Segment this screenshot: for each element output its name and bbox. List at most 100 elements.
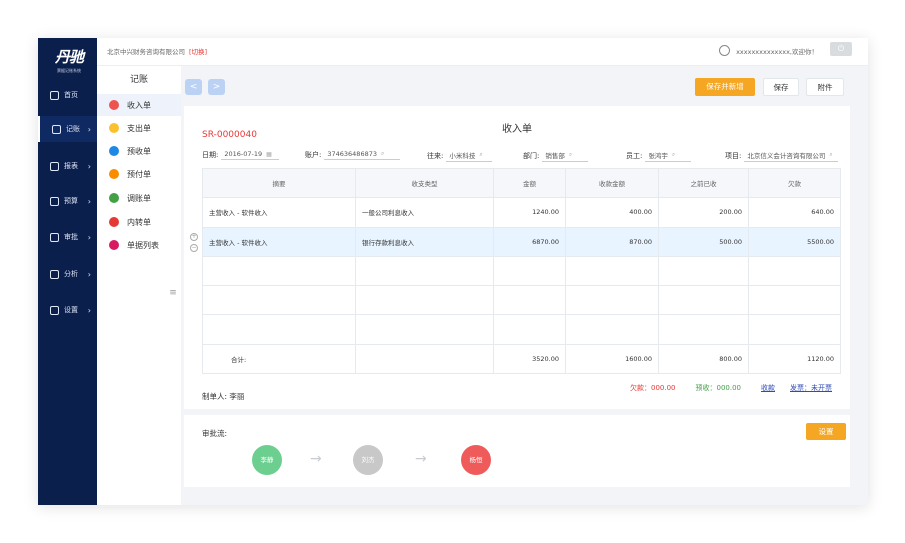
nav-analysis[interactable]: 分析 ›	[38, 261, 97, 287]
prepaid-summary: 预收：000.00	[695, 384, 742, 392]
nav-settings[interactable]: 设置 ›	[38, 297, 97, 323]
cell-type[interactable]	[355, 255, 494, 287]
search-icon[interactable]: ⌕	[829, 151, 832, 159]
income-icon	[109, 100, 119, 110]
invoice-link[interactable]: 发票：未开票	[790, 383, 832, 393]
nav-reports[interactable]: 报表 ›	[38, 153, 97, 179]
search-icon[interactable]: ⌕	[672, 151, 675, 159]
cell-before[interactable]	[658, 255, 749, 287]
income-document: 收入单 SR-0000040 日期: 2016-07-19 ▦ 账户: 3746364…	[184, 106, 850, 409]
account-field[interactable]: 账户: 374636486873 ⌕	[305, 150, 401, 160]
switch-company-link[interactable]: [切换]	[189, 48, 207, 56]
cell-owed[interactable]	[748, 314, 841, 345]
party-field[interactable]: 往来: 小米科技 ⌕	[427, 150, 493, 162]
next-button[interactable]: >	[208, 79, 225, 95]
submenu-label: 支出单	[127, 123, 151, 133]
submenu-item-prepayment[interactable]: 预付单	[97, 163, 181, 185]
cell-received[interactable]	[565, 285, 659, 316]
search-icon[interactable]: ⌕	[479, 151, 482, 159]
cell-amount[interactable]	[493, 314, 566, 345]
submenu-label: 收入单	[127, 100, 151, 110]
nav-home[interactable]: 首页	[38, 82, 97, 108]
party-label: 往来:	[427, 152, 444, 160]
table-row[interactable]: 主营收入 - 软件收入 银行存款利息收入 6870.00 870.00 500.…	[202, 226, 841, 257]
table-row[interactable]	[202, 255, 841, 287]
collapse-menu-icon[interactable]: ≡	[166, 286, 180, 300]
save-button[interactable]: 保存	[763, 78, 799, 96]
chevron-right-icon: ›	[87, 161, 91, 171]
cell-summary[interactable]: 主营收入 - 软件收入	[202, 226, 356, 257]
submenu-item-adjustment[interactable]: 调账单	[97, 187, 181, 209]
cell-received[interactable]: 400.00	[565, 197, 659, 228]
cell-amount[interactable]: 1240.00	[493, 197, 566, 228]
col-amount: 金额	[493, 167, 566, 199]
cell-summary[interactable]: 主营收入 - 软件收入	[202, 197, 356, 228]
adjustment-icon	[109, 193, 119, 203]
nav-label: 设置	[64, 306, 78, 314]
cell-summary[interactable]	[202, 314, 356, 345]
cell-before[interactable]	[658, 314, 749, 345]
cell-type[interactable]: 一般公司利息收入	[355, 197, 494, 228]
cell-received[interactable]	[565, 314, 659, 345]
attach-button[interactable]: 附件	[806, 78, 844, 96]
remove-row-icon[interactable]: −	[190, 244, 198, 252]
add-row-icon[interactable]: +	[190, 233, 198, 241]
nav-label: 预算	[64, 197, 78, 205]
nav-bookkeeping[interactable]: 记账 ›	[38, 116, 97, 142]
submenu-item-doc-list[interactable]: 单据列表	[97, 234, 181, 256]
cell-summary[interactable]	[202, 285, 356, 316]
cell-owed[interactable]	[748, 255, 841, 287]
nav-approval[interactable]: 审批 ›	[38, 224, 97, 250]
cell-received[interactable]: 870.00	[565, 226, 659, 257]
cell-owed[interactable]: 5500.00	[748, 226, 841, 257]
nav-label: 首页	[64, 91, 78, 99]
submenu-item-advance-receipt[interactable]: 预收单	[97, 140, 181, 162]
summary-line: 欠款：000.00 预收：000.00 收款	[630, 383, 775, 393]
project-value: 北京信义会计咨询有限公司	[747, 152, 826, 160]
budget-icon	[50, 196, 59, 206]
staff-field[interactable]: 员工: 张鸿宇 ⌕	[626, 150, 692, 162]
home-icon	[50, 90, 59, 100]
cell-owed[interactable]: 640.00	[748, 197, 841, 228]
approver-node[interactable]: 杨恒	[461, 445, 491, 475]
cell-amount[interactable]	[493, 255, 566, 287]
cell-before[interactable]: 500.00	[658, 226, 749, 257]
submenu-item-income[interactable]: 收入单	[97, 94, 181, 116]
doc-title: 收入单	[502, 124, 532, 135]
submenu-item-internal-transfer[interactable]: 内转单	[97, 211, 181, 233]
power-button[interactable]: ⏻	[830, 42, 852, 56]
save-and-new-button[interactable]: 保存并新增	[695, 78, 755, 96]
cell-type[interactable]: 银行存款利息收入	[355, 226, 494, 257]
prev-button[interactable]: <	[185, 79, 202, 95]
submenu-label: 单据列表	[127, 240, 159, 250]
ledger-icon	[52, 124, 61, 134]
approver-node[interactable]: 李静	[252, 445, 282, 475]
submenu-item-expense[interactable]: 支出单	[97, 117, 181, 139]
set-approval-button[interactable]: 设置	[806, 423, 846, 440]
cell-type[interactable]	[355, 314, 494, 345]
cell-before[interactable]: 200.00	[658, 197, 749, 228]
cell-summary[interactable]	[202, 255, 356, 287]
user-avatar-icon[interactable]	[719, 45, 731, 56]
approver-node[interactable]: 刘杰	[353, 445, 383, 475]
cell-amount[interactable]	[493, 285, 566, 316]
cell-amount[interactable]: 6870.00	[493, 226, 566, 257]
arrow-right-icon: →	[415, 451, 427, 467]
nav-budget[interactable]: 预算 ›	[38, 188, 97, 214]
calendar-icon[interactable]: ▦	[266, 151, 272, 158]
table-row[interactable]	[202, 314, 841, 345]
table-row[interactable]	[202, 285, 841, 316]
project-field[interactable]: 项目: 北京信义会计咨询有限公司 ⌕	[725, 150, 839, 162]
cell-received[interactable]	[565, 255, 659, 287]
cell-before[interactable]	[658, 285, 749, 316]
collect-link[interactable]: 收款	[761, 383, 775, 393]
cell-owed[interactable]	[748, 285, 841, 316]
cell-type[interactable]	[355, 285, 494, 316]
total-owed: 1120.00	[748, 343, 841, 375]
date-field[interactable]: 日期: 2016-07-19 ▦	[202, 150, 280, 160]
search-icon[interactable]: ⌕	[381, 150, 384, 158]
dept-field[interactable]: 部门: 销售部 ⌕	[523, 150, 589, 162]
search-icon[interactable]: ⌕	[569, 151, 572, 159]
chevron-right-icon: ›	[87, 124, 91, 134]
table-row[interactable]: 主营收入 - 软件收入 一般公司利息收入 1240.00 400.00 200.…	[202, 197, 841, 228]
